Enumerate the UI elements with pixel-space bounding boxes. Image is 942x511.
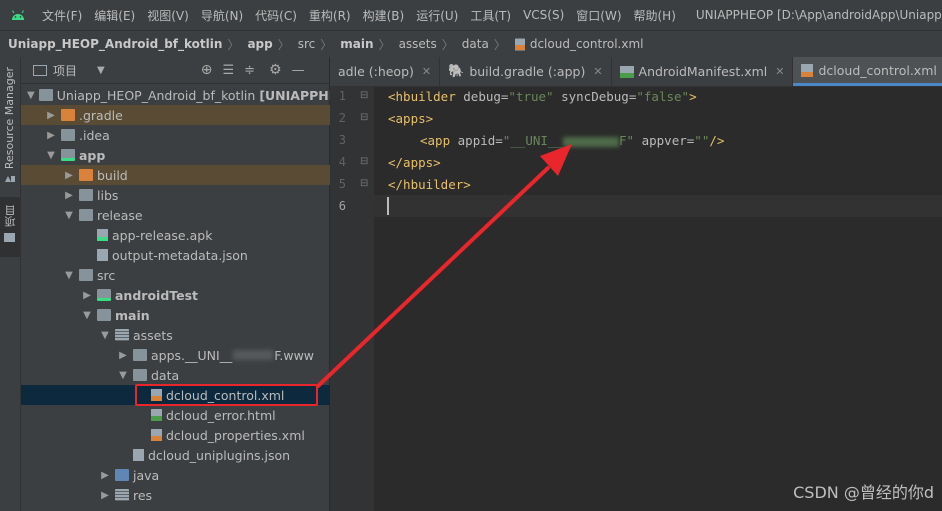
annotation-arrow-line [316,166,550,388]
watermark: CSDN @曾经的你d [793,483,934,502]
annotation-arrow-overlay [316,144,572,388]
